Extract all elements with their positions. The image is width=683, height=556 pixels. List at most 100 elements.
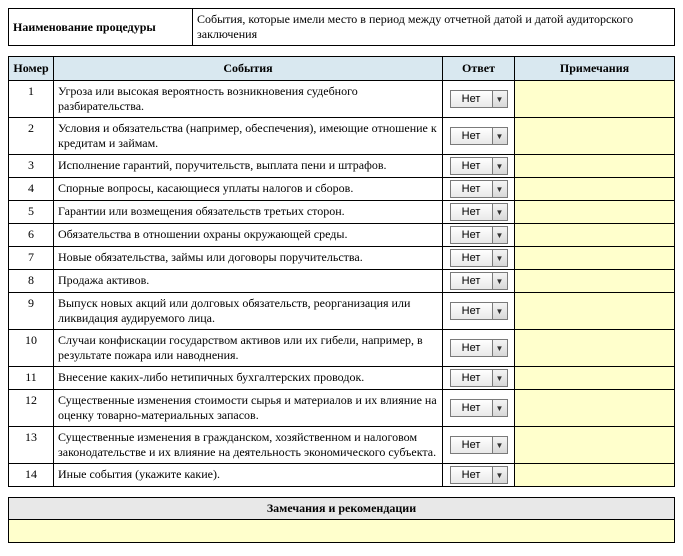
chevron-down-icon: ▼ <box>492 250 507 266</box>
chevron-down-icon: ▼ <box>492 273 507 289</box>
chevron-down-icon: ▼ <box>492 303 507 319</box>
row-note[interactable] <box>515 464 675 487</box>
row-answer-cell: Нет▼ <box>443 293 515 330</box>
answer-value: Нет <box>451 275 492 287</box>
answer-dropdown[interactable]: Нет▼ <box>450 127 508 145</box>
answer-dropdown[interactable]: Нет▼ <box>450 399 508 417</box>
row-note[interactable] <box>515 330 675 367</box>
chevron-down-icon: ▼ <box>492 400 507 416</box>
row-number: 7 <box>9 247 54 270</box>
row-event: Исполнение гарантий, поручительств, выпл… <box>54 155 443 178</box>
remarks-table: Замечания и рекомендации <box>8 497 675 543</box>
row-note[interactable] <box>515 201 675 224</box>
remarks-title: Замечания и рекомендации <box>9 498 675 520</box>
chevron-down-icon: ▼ <box>492 91 507 107</box>
row-event: Иные события (укажите какие). <box>54 464 443 487</box>
row-note[interactable] <box>515 390 675 427</box>
chevron-down-icon: ▼ <box>492 181 507 197</box>
table-row: 11Внесение каких-либо нетипичных бухгалт… <box>9 367 675 390</box>
row-answer-cell: Нет▼ <box>443 178 515 201</box>
row-event: Спорные вопросы, касающиеся уплаты налог… <box>54 178 443 201</box>
chevron-down-icon: ▼ <box>492 204 507 220</box>
chevron-down-icon: ▼ <box>492 437 507 453</box>
answer-dropdown[interactable]: Нет▼ <box>450 180 508 198</box>
row-number: 13 <box>9 427 54 464</box>
col-header-answer: Ответ <box>443 57 515 81</box>
answer-value: Нет <box>451 229 492 241</box>
answer-dropdown[interactable]: Нет▼ <box>450 369 508 387</box>
row-note[interactable] <box>515 118 675 155</box>
table-row: 13Существенные изменения в гражданском, … <box>9 427 675 464</box>
row-number: 3 <box>9 155 54 178</box>
answer-value: Нет <box>451 402 492 414</box>
row-answer-cell: Нет▼ <box>443 201 515 224</box>
row-number: 1 <box>9 81 54 118</box>
col-header-event: События <box>54 57 443 81</box>
answer-dropdown[interactable]: Нет▼ <box>450 436 508 454</box>
row-note[interactable] <box>515 155 675 178</box>
table-row: 6Обязательства в отношении охраны окружа… <box>9 224 675 247</box>
row-number: 9 <box>9 293 54 330</box>
row-note[interactable] <box>515 247 675 270</box>
answer-value: Нет <box>451 206 492 218</box>
events-table-header-row: Номер События Ответ Примечания <box>9 57 675 81</box>
answer-value: Нет <box>451 372 492 384</box>
table-row: 4Спорные вопросы, касающиеся уплаты нало… <box>9 178 675 201</box>
row-note[interactable] <box>515 81 675 118</box>
table-row: 1Угроза или высокая вероятность возникно… <box>9 81 675 118</box>
chevron-down-icon: ▼ <box>492 128 507 144</box>
row-note[interactable] <box>515 178 675 201</box>
table-row: 10Случаи конфискации государством активо… <box>9 330 675 367</box>
table-row: 12Существенные изменения стоимости сырья… <box>9 390 675 427</box>
table-row: 7Новые обязательства, займы или договоры… <box>9 247 675 270</box>
row-number: 10 <box>9 330 54 367</box>
row-event: Обязательства в отношении охраны окружаю… <box>54 224 443 247</box>
events-table: Номер События Ответ Примечания 1Угроза и… <box>8 56 675 487</box>
row-event: Внесение каких-либо нетипичных бухгалтер… <box>54 367 443 390</box>
row-answer-cell: Нет▼ <box>443 118 515 155</box>
col-header-notes: Примечания <box>515 57 675 81</box>
row-event: Угроза или высокая вероятность возникнов… <box>54 81 443 118</box>
row-note[interactable] <box>515 367 675 390</box>
row-number: 11 <box>9 367 54 390</box>
chevron-down-icon: ▼ <box>492 227 507 243</box>
answer-dropdown[interactable]: Нет▼ <box>450 466 508 484</box>
answer-value: Нет <box>451 439 492 451</box>
row-number: 2 <box>9 118 54 155</box>
procedure-header-table: Наименование процедуры События, которые … <box>8 8 675 46</box>
answer-dropdown[interactable]: Нет▼ <box>450 226 508 244</box>
row-answer-cell: Нет▼ <box>443 330 515 367</box>
answer-value: Нет <box>451 252 492 264</box>
answer-value: Нет <box>451 183 492 195</box>
row-number: 5 <box>9 201 54 224</box>
row-event: Гарантии или возмещения обязательств тре… <box>54 201 443 224</box>
row-answer-cell: Нет▼ <box>443 270 515 293</box>
answer-value: Нет <box>451 305 492 317</box>
answer-value: Нет <box>451 342 492 354</box>
answer-dropdown[interactable]: Нет▼ <box>450 302 508 320</box>
answer-dropdown[interactable]: Нет▼ <box>450 157 508 175</box>
row-answer-cell: Нет▼ <box>443 367 515 390</box>
procedure-label: Наименование процедуры <box>9 9 193 46</box>
table-row: 5Гарантии или возмещения обязательств тр… <box>9 201 675 224</box>
remarks-body[interactable] <box>9 520 675 543</box>
row-note[interactable] <box>515 293 675 330</box>
row-answer-cell: Нет▼ <box>443 390 515 427</box>
answer-dropdown[interactable]: Нет▼ <box>450 249 508 267</box>
row-answer-cell: Нет▼ <box>443 224 515 247</box>
row-number: 4 <box>9 178 54 201</box>
row-number: 8 <box>9 270 54 293</box>
answer-dropdown[interactable]: Нет▼ <box>450 272 508 290</box>
row-answer-cell: Нет▼ <box>443 247 515 270</box>
row-answer-cell: Нет▼ <box>443 155 515 178</box>
table-row: 8Продажа активов.Нет▼ <box>9 270 675 293</box>
row-event: Случаи конфискации государством активов … <box>54 330 443 367</box>
answer-dropdown[interactable]: Нет▼ <box>450 90 508 108</box>
procedure-value: События, которые имели место в период ме… <box>193 9 675 46</box>
answer-dropdown[interactable]: Нет▼ <box>450 339 508 357</box>
row-note[interactable] <box>515 270 675 293</box>
answer-dropdown[interactable]: Нет▼ <box>450 203 508 221</box>
row-note[interactable] <box>515 427 675 464</box>
table-row: 14Иные события (укажите какие).Нет▼ <box>9 464 675 487</box>
row-note[interactable] <box>515 224 675 247</box>
